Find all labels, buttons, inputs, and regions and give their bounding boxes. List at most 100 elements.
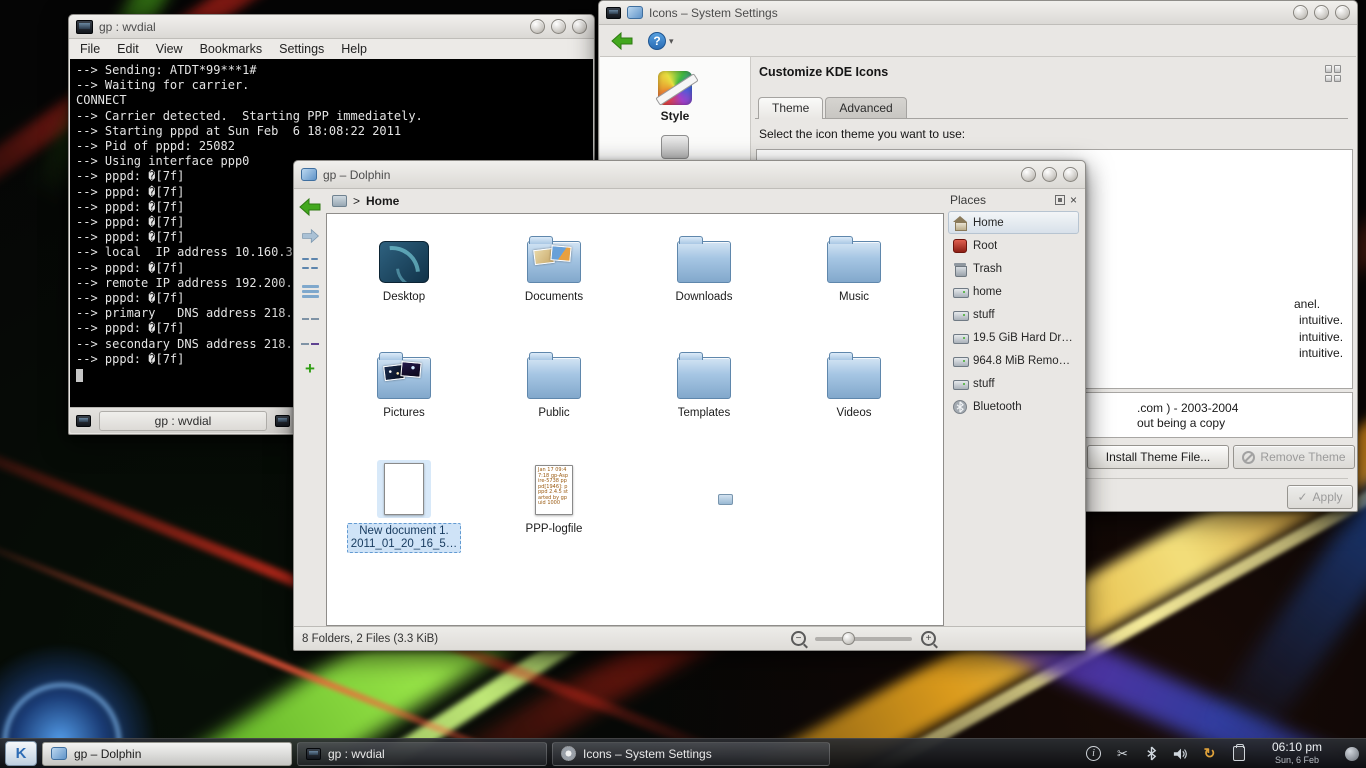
breadcrumb-location[interactable]: Home bbox=[366, 194, 399, 208]
places-item-stuff-2[interactable]: stuff bbox=[948, 372, 1079, 395]
minimize-button[interactable] bbox=[530, 19, 545, 34]
places-item-removable-media[interactable]: 964.8 MiB Remov… bbox=[948, 349, 1079, 372]
bluetooth-tray-icon[interactable] bbox=[1143, 745, 1160, 762]
folder-item-downloads[interactable]: Downloads bbox=[629, 222, 779, 338]
clock[interactable]: 06:10 pm Sun, 6 Feb bbox=[1258, 741, 1336, 767]
add-button[interactable]: + bbox=[305, 362, 315, 376]
help-button[interactable]: ? ▾ bbox=[648, 32, 674, 50]
overview-grid-icon[interactable] bbox=[1325, 65, 1342, 82]
item-label: New document 1. 2011_01_20_16_5… bbox=[347, 523, 462, 553]
zoom-slider[interactable] bbox=[815, 637, 912, 641]
folder-item-pictures[interactable]: Pictures bbox=[329, 338, 479, 454]
sidebar-item-style[interactable]: Style bbox=[600, 71, 750, 123]
apply-button[interactable]: ✓ Apply bbox=[1287, 485, 1353, 509]
notifications-icon[interactable]: i bbox=[1085, 745, 1102, 762]
taskbar-task-dolphin[interactable]: gp – Dolphin bbox=[42, 742, 292, 766]
terminal-titlebar[interactable]: gp : wvdial bbox=[69, 15, 594, 39]
close-button[interactable] bbox=[1063, 167, 1078, 182]
volume-icon[interactable] bbox=[1172, 745, 1189, 762]
sidebar-item-partial-icon[interactable] bbox=[661, 135, 689, 159]
drag-ghost-icon bbox=[718, 494, 733, 505]
zoom-in-icon[interactable]: + bbox=[921, 631, 936, 646]
menu-item-edit[interactable]: Edit bbox=[117, 42, 139, 56]
maximize-button[interactable] bbox=[551, 19, 566, 34]
zoom-out-icon[interactable]: − bbox=[791, 631, 806, 646]
drive-icon bbox=[953, 285, 967, 299]
taskbar-task-system-settings[interactable]: Icons – System Settings bbox=[552, 742, 830, 766]
folder-item-documents[interactable]: Documents bbox=[479, 222, 629, 338]
close-button[interactable] bbox=[572, 19, 587, 34]
clock-date: Sun, 6 Feb bbox=[1258, 754, 1336, 767]
desktop: gp : wvdial File Edit View Bookmarks Set… bbox=[0, 0, 1366, 768]
menu-item-file[interactable]: File bbox=[80, 42, 100, 56]
terminal-tab[interactable]: gp : wvdial bbox=[99, 411, 267, 431]
menu-item-view[interactable]: View bbox=[156, 42, 183, 56]
klipper-actions-icon[interactable]: ✂ bbox=[1114, 745, 1131, 762]
zoom-controls: − + bbox=[791, 631, 936, 646]
places-item-root[interactable]: Root bbox=[948, 234, 1079, 257]
theme-description-fragment: intuitive. bbox=[1299, 330, 1343, 344]
icons-view-button[interactable] bbox=[302, 255, 319, 272]
item-label: Downloads bbox=[676, 291, 733, 304]
panel-cashew-icon[interactable] bbox=[1345, 747, 1359, 761]
dolphin-icon bbox=[51, 747, 67, 760]
tab-advanced[interactable]: Advanced bbox=[825, 97, 906, 118]
file-item-ppp-logfile[interactable]: Jan 17 09:4 7:18 gp-Asp ire-5738 pp pd[1… bbox=[479, 454, 629, 570]
clipboard-icon[interactable] bbox=[1230, 745, 1247, 762]
terminal-menubar: File Edit View Bookmarks Settings Help bbox=[70, 39, 593, 59]
clock-time: 06:10 pm bbox=[1258, 741, 1336, 754]
menu-item-bookmarks[interactable]: Bookmarks bbox=[200, 42, 263, 56]
dolphin-file-view[interactable]: Desktop Documents Downloads Music bbox=[326, 213, 944, 626]
photo-thumbnail bbox=[550, 245, 571, 262]
maximize-button[interactable] bbox=[1042, 167, 1057, 182]
close-icon[interactable]: × bbox=[1070, 195, 1077, 205]
dock-panel-icon[interactable] bbox=[1055, 195, 1065, 205]
kde-menu-button[interactable]: K bbox=[5, 741, 37, 766]
folder-item-desktop[interactable]: Desktop bbox=[329, 222, 479, 338]
close-button[interactable] bbox=[1335, 5, 1350, 20]
trash-icon bbox=[953, 262, 967, 276]
folder-item-templates[interactable]: Templates bbox=[629, 338, 779, 454]
status-text: 8 Folders, 2 Files (3.3 KiB) bbox=[302, 633, 438, 645]
pictures-folder-icon bbox=[377, 357, 431, 399]
columns-view-button[interactable] bbox=[302, 311, 319, 326]
new-tab-icon[interactable] bbox=[76, 415, 91, 427]
maximize-button[interactable] bbox=[1314, 5, 1329, 20]
places-item-home-device[interactable]: home bbox=[948, 280, 1079, 303]
item-label-line: 2011_01_20_16_5… bbox=[351, 538, 458, 551]
places-item-home[interactable]: Home bbox=[948, 211, 1079, 234]
menu-item-settings[interactable]: Settings bbox=[279, 42, 324, 56]
details-view-button[interactable] bbox=[302, 283, 319, 300]
install-theme-button[interactable]: Install Theme File... bbox=[1087, 445, 1229, 469]
system-settings-titlebar[interactable]: Icons – System Settings bbox=[599, 1, 1357, 25]
folder-item-videos[interactable]: Videos bbox=[779, 338, 929, 454]
tab-theme[interactable]: Theme bbox=[758, 97, 823, 119]
back-button[interactable] bbox=[298, 197, 322, 217]
back-button[interactable] bbox=[610, 31, 634, 51]
folder-icon bbox=[827, 357, 881, 399]
dolphin-titlebar[interactable]: gp – Dolphin bbox=[294, 161, 1085, 189]
forward-button[interactable] bbox=[301, 228, 320, 244]
terminal-line: --> Carrier detected. Starting PPP immed… bbox=[76, 109, 587, 124]
taskbar-task-wvdial[interactable]: gp : wvdial bbox=[297, 742, 547, 766]
updates-icon[interactable]: ↻ bbox=[1201, 745, 1218, 762]
zoom-slider-handle[interactable] bbox=[842, 632, 855, 645]
minimize-button[interactable] bbox=[1021, 167, 1036, 182]
tab-list-icon[interactable] bbox=[275, 415, 290, 427]
terminal-line: --> Sending: ATDT*99***1# bbox=[76, 63, 587, 78]
page-title: Customize KDE Icons bbox=[759, 65, 888, 79]
places-item-trash[interactable]: Trash bbox=[948, 257, 1079, 280]
folder-item-public[interactable]: Public bbox=[479, 338, 629, 454]
folder-item-music[interactable]: Music bbox=[779, 222, 929, 338]
text-file-icon: Jan 17 09:4 7:18 gp-Asp ire-5738 pp pd[1… bbox=[535, 465, 573, 515]
places-item-bluetooth[interactable]: Bluetooth bbox=[948, 395, 1079, 418]
terminal-line: --> Waiting for carrier. bbox=[76, 78, 587, 93]
places-item-stuff[interactable]: stuff bbox=[948, 303, 1079, 326]
minimize-button[interactable] bbox=[1293, 5, 1308, 20]
places-item-hard-drive[interactable]: 19.5 GiB Hard Drive bbox=[948, 326, 1079, 349]
file-item-new-document[interactable]: New document 1. 2011_01_20_16_5… bbox=[329, 454, 479, 570]
menu-item-help[interactable]: Help bbox=[341, 42, 367, 56]
split-view-button[interactable] bbox=[301, 337, 319, 351]
places-icon[interactable] bbox=[332, 195, 347, 207]
remove-theme-button[interactable]: Remove Theme bbox=[1233, 445, 1355, 469]
